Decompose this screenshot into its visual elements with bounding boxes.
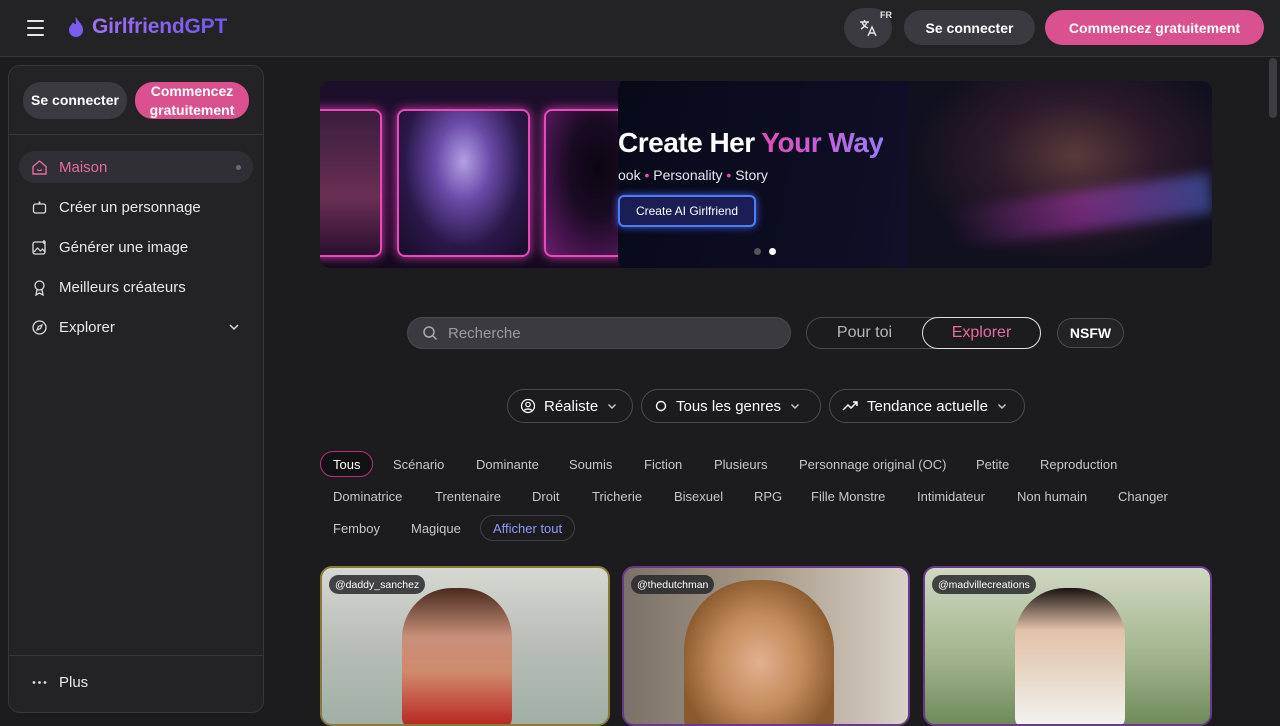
banner-character-cards xyxy=(320,81,634,268)
user-circle-icon xyxy=(520,398,536,414)
nsfw-toggle[interactable]: NSFW xyxy=(1057,318,1124,348)
sidebar-item-more[interactable]: Plus xyxy=(19,666,253,698)
creator-handle[interactable]: @thedutchman xyxy=(631,575,715,594)
character-card[interactable]: @daddy_sanchez xyxy=(320,566,610,726)
page-scrollbar[interactable] xyxy=(1269,58,1277,118)
tag-chip[interactable]: Personnage original (OC) xyxy=(799,451,946,477)
chevron-down-icon[interactable] xyxy=(227,320,241,334)
tag-chip[interactable]: Reproduction xyxy=(1040,451,1117,477)
trending-up-icon xyxy=(842,401,858,411)
sidebar-item-label: Maison xyxy=(59,158,108,176)
character-photo xyxy=(1015,588,1125,724)
search-input[interactable] xyxy=(448,324,768,342)
tag-chip[interactable]: Scénario xyxy=(393,451,444,477)
banner-subtitle: ook • Personality • Story xyxy=(618,167,768,183)
tab-for-you[interactable]: Pour toi xyxy=(807,318,922,348)
tag-chip[interactable]: RPG xyxy=(754,483,782,509)
carousel-dots xyxy=(754,248,776,255)
tag-chip[interactable]: Femboy xyxy=(333,515,380,541)
tag-chip[interactable]: Fiction xyxy=(644,451,682,477)
tag-chip[interactable]: Tricherie xyxy=(592,483,642,509)
tag-chip[interactable]: Plusieurs xyxy=(714,451,767,477)
sidebar-item-explore[interactable]: Explorer xyxy=(19,311,253,343)
sidebar-item-label: Explorer xyxy=(59,318,115,336)
create-ai-girlfriend-button[interactable]: Create AI Girlfriend xyxy=(618,195,756,227)
sidebar-item-home[interactable]: Maison xyxy=(19,151,253,183)
creator-handle[interactable]: @daddy_sanchez xyxy=(329,575,426,594)
carousel-dot[interactable] xyxy=(754,248,761,255)
tag-chip[interactable]: Dominatrice xyxy=(333,483,402,509)
translate-icon xyxy=(860,20,877,37)
logo[interactable]: GirlfriendGPT xyxy=(66,15,227,39)
tag-chip[interactable]: Trentenaire xyxy=(435,483,501,509)
chevron-down-icon xyxy=(997,404,1006,409)
compass-icon xyxy=(32,319,47,335)
sidebar-item-top-creators[interactable]: Meilleurs créateurs xyxy=(19,271,253,303)
tag-chip[interactable]: Fille Monstre xyxy=(811,483,885,509)
character-photo xyxy=(402,588,512,724)
sort-dropdown-value: Tendance actuelle xyxy=(867,397,988,415)
sidebar-item-label: Créer un personnage xyxy=(59,198,201,216)
tag-chip[interactable]: Petite xyxy=(976,451,1009,477)
character-card[interactable]: @madvillecreations xyxy=(923,566,1212,726)
feed-toggle: Pour toi Explorer xyxy=(806,317,1041,349)
chevron-down-icon xyxy=(608,404,617,409)
promo-banner[interactable]: Create Her Your Way ook • Personality • … xyxy=(320,81,1212,268)
menu-icon[interactable] xyxy=(20,16,52,40)
sidebar-item-create-character[interactable]: Créer un personnage xyxy=(19,191,253,223)
show-all-tags-button[interactable]: Afficher tout xyxy=(480,515,576,541)
character-card[interactable]: @thedutchman xyxy=(622,566,910,726)
flame-icon xyxy=(69,17,83,37)
banner-slide: Create Her Your Way ook • Personality • … xyxy=(618,81,1212,268)
image-plus-icon xyxy=(32,239,46,255)
award-icon xyxy=(34,279,45,296)
sidebar-item-label: Plus xyxy=(59,673,89,691)
language-code: FR xyxy=(880,10,892,20)
robot-icon xyxy=(32,201,47,214)
logo-text: GirlfriendGPT xyxy=(92,15,228,38)
header-login-button[interactable]: Se connecter xyxy=(904,10,1035,45)
tag-chip[interactable]: Droit xyxy=(532,483,559,509)
divider xyxy=(9,134,263,135)
circle-icon xyxy=(655,400,667,412)
tab-explore[interactable]: Explorer xyxy=(922,317,1041,349)
divider xyxy=(9,655,263,656)
more-dots-icon xyxy=(32,680,47,684)
character-photo xyxy=(684,580,834,724)
tag-chip[interactable]: Changer xyxy=(1118,483,1168,509)
tag-chip[interactable]: Soumis xyxy=(569,451,612,477)
top-bar: GirlfriendGPT FR Se connecter Commencez … xyxy=(0,0,1280,57)
sort-dropdown[interactable]: Tendance actuelle xyxy=(829,389,1025,423)
header-start-free-button[interactable]: Commencez gratuitement xyxy=(1045,10,1264,45)
gender-dropdown[interactable]: Tous les genres xyxy=(641,389,821,423)
search-bar[interactable] xyxy=(407,317,791,349)
tag-chip[interactable]: Intimidateur xyxy=(917,483,985,509)
home-icon xyxy=(32,159,47,175)
banner-title: Create Her Your Way xyxy=(618,127,884,158)
character-card-image xyxy=(397,109,530,257)
carousel-dot-active[interactable] xyxy=(769,248,776,255)
creator-handle[interactable]: @madvillecreations xyxy=(932,575,1036,594)
tag-chip[interactable]: Bisexuel xyxy=(674,483,723,509)
tag-chip[interactable]: Magique xyxy=(411,515,461,541)
gender-dropdown-value: Tous les genres xyxy=(676,397,782,415)
tag-chip[interactable]: Dominante xyxy=(476,451,539,477)
style-dropdown[interactable]: Réaliste xyxy=(507,389,633,423)
tag-chip[interactable]: Non humain xyxy=(1017,483,1087,509)
sidebar-item-generate-image[interactable]: Générer une image xyxy=(19,231,253,263)
tag-all[interactable]: Tous xyxy=(320,451,374,477)
chevron-down-icon xyxy=(791,404,800,409)
style-dropdown-value: Réaliste xyxy=(544,397,599,415)
character-card-image xyxy=(320,109,382,257)
sidebar-item-label: Meilleurs créateurs xyxy=(59,278,186,296)
search-icon xyxy=(423,326,438,341)
sidebar-start-free-button[interactable]: Commencez gratuitement xyxy=(135,82,249,119)
sidebar: Se connecter Commencez gratuitement Mais… xyxy=(8,65,264,713)
active-dot xyxy=(236,165,241,170)
language-button[interactable]: FR xyxy=(844,8,892,48)
sidebar-login-button[interactable]: Se connecter xyxy=(23,82,127,119)
sidebar-item-label: Générer une image xyxy=(59,238,189,256)
